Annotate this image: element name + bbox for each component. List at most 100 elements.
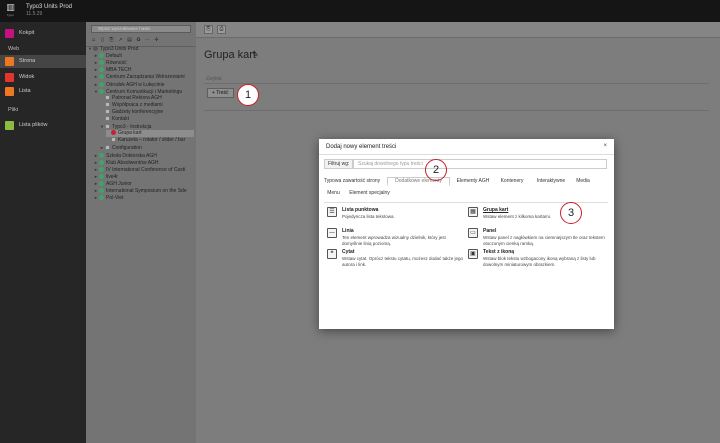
tree-item[interactable]: ► Klub Absolwentów AGH — [94, 159, 194, 166]
content-element-description: Ten element wprowadza wizualny dzielnik,… — [342, 235, 446, 246]
tree-item[interactable]: Karuzela – rotator / slider / bar — [106, 137, 194, 144]
tree-item[interactable]: ► International Symposium on the Sde — [94, 187, 194, 194]
module-item[interactable]: Lista — [0, 85, 86, 98]
globe-icon — [99, 60, 104, 66]
modal-header: Dodaj nowy element treści × — [319, 139, 614, 155]
close-icon[interactable]: × — [603, 143, 607, 149]
tree-item-label: Szkoła Doktorska AGH — [106, 152, 157, 159]
tree-item[interactable]: Gadżety konferencyjne — [100, 108, 194, 116]
content-element-description: Wstaw panel z nagłówkiem na ciemniejszym… — [483, 235, 605, 246]
page-icon — [105, 116, 110, 121]
tree-item-label: Default — [106, 53, 122, 60]
module-group-label: Pliki — [8, 107, 19, 113]
dashboard-icon — [5, 29, 14, 38]
tree-item-label: Równość — [106, 60, 127, 67]
tree-item[interactable]: Grupa kart — [106, 130, 194, 138]
content-element-description: Wstaw blok tekstu wzbogacony ikoną wybra… — [483, 256, 596, 267]
module-item-label: Lista — [19, 88, 31, 94]
tree-item[interactable]: ▼ Typo3 - Instrukcja — [100, 123, 194, 130]
typo3-logo[interactable]: ▥ typo — [5, 3, 16, 17]
module-group-label: Web — [8, 46, 20, 52]
tree-item[interactable]: ► Default — [94, 52, 194, 59]
tree-item-label: Centrum Zarządzania Wdrożeniami — [106, 74, 185, 81]
content-element-description: Pojedyncza lista tekstowa. — [342, 214, 395, 219]
module-item-label: Kokpit — [19, 30, 35, 36]
globe-icon — [99, 67, 104, 73]
page-external-icon[interactable]: ⎘ — [109, 37, 114, 43]
tree-item-label: Współpraca z mediami — [112, 101, 163, 108]
page-icon[interactable]: ▯ — [100, 37, 105, 43]
page-title: Grupa kart — [204, 49, 256, 61]
tab-item[interactable]: Kontenery — [497, 177, 527, 186]
tree-item[interactable]: ► Centrum Zarządzania Wdrożeniami — [94, 73, 194, 80]
tree-filter-input[interactable]: Wpisz wyszukiwane hasło — [91, 25, 191, 33]
view-icon — [5, 73, 14, 82]
card-group-icon: ▦ — [468, 207, 478, 217]
content-element-option[interactable]: ❝ Cytat Wstaw cytat. Oprócz tekstu cytatu,… — [327, 249, 467, 275]
globe-icon — [99, 88, 104, 94]
tree-item[interactable]: ► Configuration — [100, 144, 194, 151]
module-item-label: Strona — [19, 58, 36, 64]
add-content-button[interactable]: + Treść — [207, 88, 234, 98]
page-divider-icon[interactable]: ✢ — [154, 37, 159, 43]
module-item[interactable]: Lista plików — [0, 119, 86, 132]
view-page-icon[interactable]: ⎘ — [204, 25, 213, 34]
content-element-option[interactable]: ▣ Tekst z ikoną Wstaw blok tekstu wzbogaco… — [468, 249, 608, 275]
tree-item[interactable]: ► AGH Junior — [94, 180, 194, 187]
globe-icon — [99, 188, 104, 193]
tree-item[interactable]: ► MBA TECH — [94, 66, 194, 73]
module-item[interactable]: Kokpit — [0, 27, 86, 40]
tree-item[interactable]: Kontakt — [100, 116, 194, 123]
tree-item-label: Gadżety konferencyjne — [112, 108, 164, 115]
divider-icon: — — [327, 228, 337, 238]
callout-marker-2: 2 — [425, 159, 447, 181]
tree-item[interactable]: Współpraca z mediami — [100, 101, 194, 109]
tree-item-label: IV International Conference of Casti — [106, 166, 186, 173]
tree-item-label: AGH Junior — [106, 180, 132, 187]
content-element-title: Linia — [342, 228, 354, 234]
search-input[interactable]: Szukaj dowolnego typu treści — [353, 159, 607, 169]
tree-item[interactable]: ► Szkoła Doktorska AGH — [94, 152, 194, 159]
page-shortcut-icon[interactable]: ↗ — [118, 37, 123, 43]
globe-icon — [99, 53, 104, 59]
pencil-icon[interactable]: ✎ — [252, 50, 259, 59]
tab-item[interactable]: Interaktywne — [533, 177, 569, 186]
tab-item[interactable]: Media — [575, 177, 591, 186]
content-element-title[interactable]: Grupa kart — [483, 207, 508, 213]
tree-item[interactable]: Patronat Rektora AGH — [100, 94, 194, 102]
tree-item-label: MBA TECH — [106, 67, 132, 74]
tab-item[interactable]: Element specjalny — [347, 189, 392, 198]
tab-item[interactable]: Menu — [326, 189, 341, 198]
tree-item-label: Pol-Viet — [106, 195, 124, 202]
tree-item[interactable]: ► live4r — [94, 173, 194, 180]
page-new-icon[interactable]: ▫ — [91, 37, 96, 43]
module-item[interactable]: Strona — [0, 55, 86, 68]
page-icon — [105, 94, 110, 100]
globe-icon — [99, 74, 104, 80]
globe-icon — [99, 173, 104, 179]
content-element-title: Lista punktowa — [342, 207, 379, 213]
edit-page-icon[interactable]: ⎙ — [217, 25, 226, 34]
tree-item-label: Centrum Komunikacji i Marketingu — [106, 88, 183, 95]
tree-item[interactable]: ► IV International Conference of Casti — [94, 166, 194, 173]
tree-item-label: Klub Absolwentów AGH — [106, 159, 159, 166]
page-icon — [105, 145, 110, 151]
page-recycler-icon[interactable]: ♻ — [136, 37, 141, 43]
content-element-title: Cytat — [342, 249, 355, 255]
page-folder-icon[interactable]: ▤ — [127, 37, 132, 43]
tree-item[interactable]: ► Pol-Viet — [94, 194, 194, 201]
column-divider — [204, 83, 709, 84]
content-element-title: Tekst z ikoną — [483, 249, 515, 255]
filter-row: Filtruj wg: Szukaj dowolnego typu treści — [324, 159, 608, 169]
content-element-description: Wstaw cytat. Oprócz tekstu cytatu, możes… — [342, 256, 464, 267]
page-spacer-icon[interactable]: ⋯ — [145, 37, 150, 43]
module-item[interactable]: Widok — [0, 71, 86, 84]
tree-item[interactable]: ▼ Centrum Komunikacji i Marketingu — [94, 88, 194, 95]
tree-item[interactable]: ▼ Typo3 Units Prod — [88, 45, 194, 52]
tab-item[interactable]: Elementy AGH — [454, 177, 492, 186]
globe-icon — [99, 195, 104, 201]
tree-item[interactable]: ► Równość — [94, 59, 194, 66]
tree-item[interactable]: ► Ośrodek AGH w Łukęcinie — [94, 81, 194, 88]
site-version: 11.5.29 — [26, 11, 43, 17]
tab-item[interactable]: Typowa zawartość strony — [324, 177, 380, 186]
